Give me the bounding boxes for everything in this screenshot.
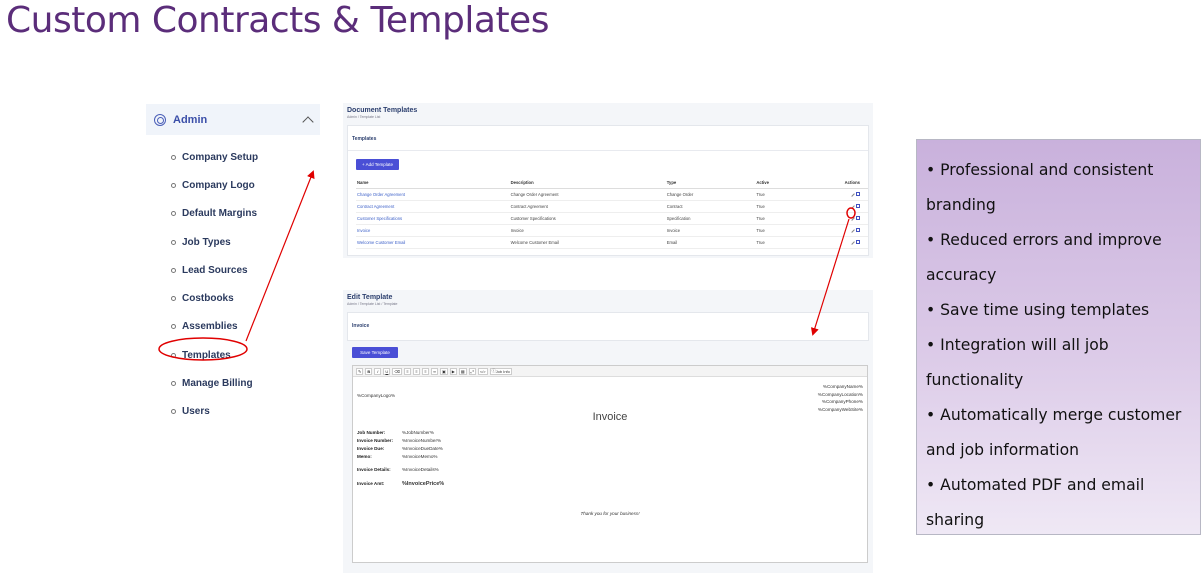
edit-icon-highlight-ellipse [846, 207, 856, 219]
arrow-to-template-list [245, 170, 315, 342]
arrow-to-edit-template [810, 218, 850, 336]
templates-highlight-ellipse [158, 337, 248, 361]
annotation-layer [158, 170, 856, 361]
